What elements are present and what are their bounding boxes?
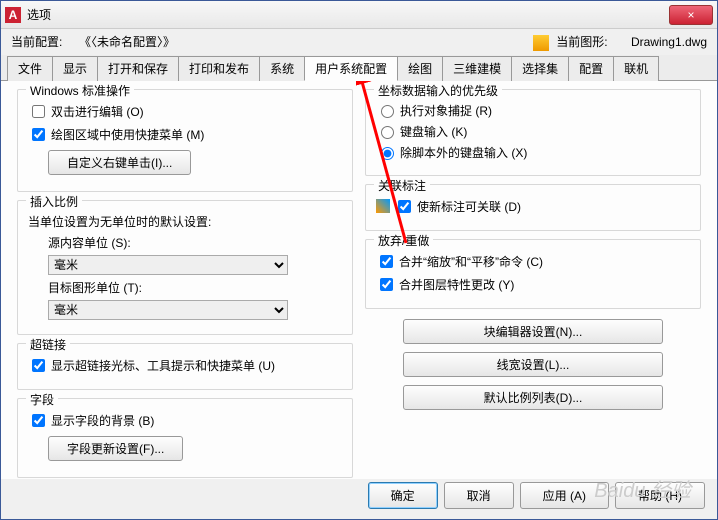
group-title: 放弃/重做 [374, 232, 433, 249]
current-drawing-label: 当前图形: [556, 35, 607, 49]
current-config-label: 当前配置: [11, 35, 62, 49]
block-editor-settings-button[interactable]: 块编辑器设置(N)... [403, 319, 663, 344]
group-title: 关联标注 [374, 177, 430, 194]
apply-button[interactable]: 应用 (A) [520, 482, 609, 509]
default-scale-list-button[interactable]: 默认比例列表(D)... [403, 385, 663, 410]
combine-layer-checkbox[interactable] [380, 278, 393, 291]
assoc-dim-label: 使新标注可关联 (D) [417, 198, 521, 215]
dialog-footer: 确定 取消 应用 (A) 帮助 (H) [368, 480, 705, 511]
lineweight-settings-button[interactable]: 线宽设置(L)... [403, 352, 663, 377]
group-undo-redo: 放弃/重做 合并“缩放”和“平移”命令 (C) 合并图层特性更改 (Y) [365, 239, 701, 309]
window-title: 选项 [27, 6, 669, 23]
right-column: 坐标数据输入的优先级 执行对象捕捉 (R) 键盘输入 (K) 除脚本外的键盘输入… [359, 89, 707, 471]
group-assoc-dim: 关联标注 使新标注可关联 (D) [365, 184, 701, 231]
shortcut-menu-label: 绘图区域中使用快捷菜单 (M) [51, 126, 204, 143]
dblclick-edit-label: 双击进行编辑 (O) [51, 103, 144, 120]
dblclick-edit-checkbox[interactable] [32, 105, 45, 118]
tab-9[interactable]: 配置 [568, 56, 614, 81]
src-unit-label: 源内容单位 (S): [48, 234, 131, 251]
coord-except-script-label: 除脚本外的键盘输入 (X) [400, 144, 527, 161]
assoc-dim-checkbox[interactable] [398, 200, 411, 213]
coord-osnap-label: 执行对象捕捉 (R) [400, 102, 492, 119]
dim-icon [376, 199, 390, 213]
config-info-row: 当前配置: 《〈未命名配置〉》 当前图形: Drawing1.dwg [1, 29, 717, 55]
tab-content: Windows 标准操作 双击进行编辑 (O) 绘图区域中使用快捷菜单 (M) … [1, 81, 717, 479]
hyperlink-show-label: 显示超链接光标、工具提示和快捷菜单 (U) [51, 357, 275, 374]
tab-5[interactable]: 用户系统配置 [304, 56, 398, 81]
tab-4[interactable]: 系统 [259, 56, 305, 81]
current-config-value: 《〈未命名配置〉》 [79, 35, 175, 49]
tab-1[interactable]: 显示 [52, 56, 98, 81]
left-column: Windows 标准操作 双击进行编辑 (O) 绘图区域中使用快捷菜单 (M) … [11, 89, 359, 471]
shortcut-menu-checkbox[interactable] [32, 128, 45, 141]
tab-7[interactable]: 三维建模 [442, 56, 512, 81]
group-hyperlink: 超链接 显示超链接光标、工具提示和快捷菜单 (U) [17, 343, 353, 390]
coord-except-script-radio[interactable] [381, 147, 394, 160]
tab-3[interactable]: 打印和发布 [178, 56, 260, 81]
cancel-button[interactable]: 取消 [444, 482, 514, 509]
combine-layer-label: 合并图层特性更改 (Y) [399, 276, 514, 293]
src-unit-select[interactable]: 毫米 [48, 255, 288, 275]
close-button[interactable]: × [669, 5, 713, 25]
coord-keyboard-radio[interactable] [381, 126, 394, 139]
titlebar: A 选项 × [1, 1, 717, 29]
group-title: 超链接 [26, 336, 70, 353]
tab-6[interactable]: 绘图 [397, 56, 443, 81]
field-bg-label: 显示字段的背景 (B) [51, 412, 154, 429]
field-update-button[interactable]: 字段更新设置(F)... [48, 436, 183, 461]
tgt-unit-label: 目标图形单位 (T): [48, 279, 142, 296]
insert-scale-desc: 当单位设置为无单位时的默认设置: [28, 213, 211, 230]
field-bg-checkbox[interactable] [32, 414, 45, 427]
ok-button[interactable]: 确定 [368, 482, 438, 509]
help-button[interactable]: 帮助 (H) [615, 482, 705, 509]
tab-strip: 文件显示打开和保存打印和发布系统用户系统配置绘图三维建模选择集配置联机 [1, 55, 717, 81]
app-icon: A [5, 7, 21, 23]
hyperlink-show-checkbox[interactable] [32, 359, 45, 372]
group-insert-scale: 插入比例 当单位设置为无单位时的默认设置: 源内容单位 (S): 毫米 目标图形… [17, 200, 353, 335]
customize-rightclick-button[interactable]: 自定义右键单击(I)... [48, 150, 191, 175]
combine-zoom-pan-label: 合并“缩放”和“平移”命令 (C) [399, 253, 543, 270]
group-title: 坐标数据输入的优先级 [374, 82, 502, 99]
current-drawing-value: Drawing1.dwg [631, 35, 707, 49]
group-windows-std: Windows 标准操作 双击进行编辑 (O) 绘图区域中使用快捷菜单 (M) … [17, 89, 353, 192]
options-dialog: A 选项 × 当前配置: 《〈未命名配置〉》 当前图形: Drawing1.dw… [0, 0, 718, 520]
group-title: 插入比例 [26, 193, 82, 210]
combine-zoom-pan-checkbox[interactable] [380, 255, 393, 268]
coord-keyboard-label: 键盘输入 (K) [400, 123, 467, 140]
tgt-unit-select[interactable]: 毫米 [48, 300, 288, 320]
tab-8[interactable]: 选择集 [511, 56, 569, 81]
drawing-icon [533, 35, 549, 51]
group-field: 字段 显示字段的背景 (B) 字段更新设置(F)... [17, 398, 353, 478]
coord-osnap-radio[interactable] [381, 105, 394, 118]
group-coord-priority: 坐标数据输入的优先级 执行对象捕捉 (R) 键盘输入 (K) 除脚本外的键盘输入… [365, 89, 701, 176]
tab-2[interactable]: 打开和保存 [97, 56, 179, 81]
group-title: Windows 标准操作 [26, 82, 134, 99]
group-title: 字段 [26, 391, 58, 408]
tab-10[interactable]: 联机 [613, 56, 659, 81]
tab-0[interactable]: 文件 [7, 56, 53, 81]
